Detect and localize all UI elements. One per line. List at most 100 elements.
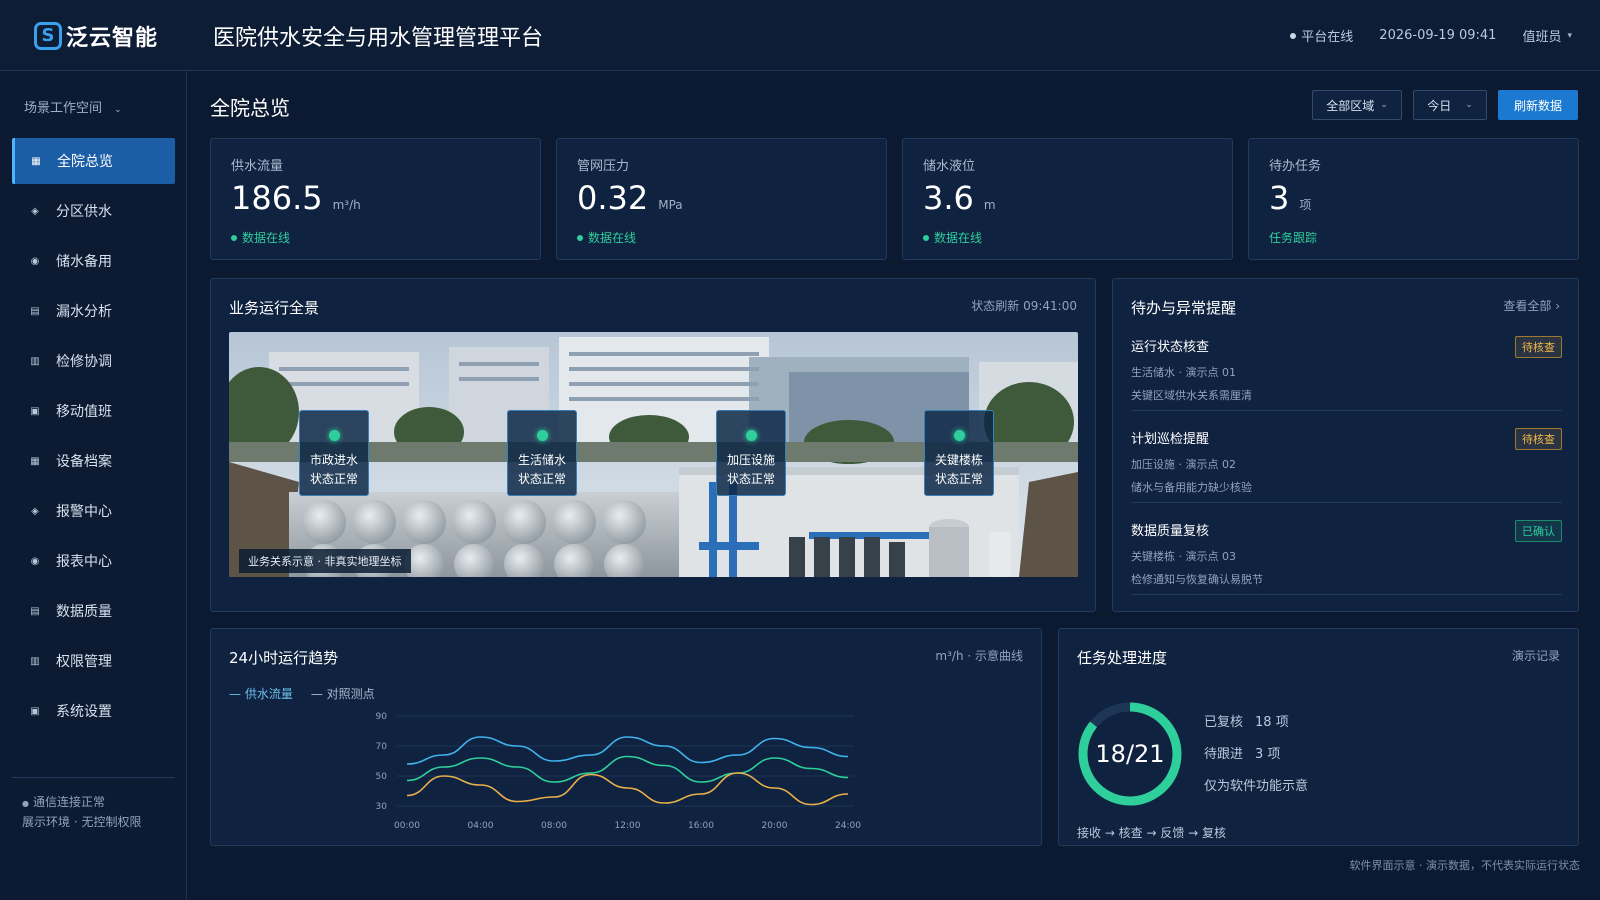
sidebar-item-permissions[interactable]: ▥ 权限管理 xyxy=(12,638,175,684)
brand-logo: S 泛云智能 xyxy=(34,20,158,52)
kpi-status: 数据在线 xyxy=(923,229,982,246)
kpi-status-text: 数据在线 xyxy=(934,231,983,245)
workspace-selector[interactable]: 场景工作空间 ⌄ xyxy=(24,97,122,116)
app-title: 医院供水安全与用水管理管理平台 xyxy=(213,26,544,51)
x-tick-label: 24:00 xyxy=(835,821,861,831)
list-icon: ▤ xyxy=(30,305,40,317)
sidebar-item-leak-analysis[interactable]: ▤ 漏水分析 xyxy=(12,288,175,334)
series-line xyxy=(406,755,849,783)
diamond-icon: ◈ xyxy=(31,205,39,217)
sidebar-item-alarms[interactable]: ◈ 报警中心 xyxy=(12,488,175,534)
kpi-unit: MPa xyxy=(658,198,683,212)
kpi-value-group: 0.32 MPa xyxy=(577,179,683,217)
view-all-link[interactable]: 查看全部 › xyxy=(1503,297,1560,314)
grid-icon: ▦ xyxy=(30,455,40,467)
progress-reviewed: 已复核 18 项 xyxy=(1204,711,1289,730)
overview-refresh-time: 状态刷新 09:41:00 xyxy=(971,299,1077,313)
progress-note: 仅为软件功能示意 xyxy=(1204,779,1309,794)
columns-icon: ▥ xyxy=(30,355,40,367)
kpi-status-text: 数据在线 xyxy=(242,231,291,245)
refresh-data-button[interactable]: 刷新数据 xyxy=(1498,90,1578,120)
sidebar-item-label: 检修协调 xyxy=(56,354,112,370)
sidebar-item-storage[interactable]: ◉ 储水备用 xyxy=(12,238,175,284)
kpi-value-group: 3.6 m xyxy=(923,179,996,217)
sidebar-item-label: 报表中心 xyxy=(56,554,112,570)
sidebar-item-settings[interactable]: ▣ 系统设置 xyxy=(12,688,175,734)
progress-row-value: 18 项 xyxy=(1255,715,1289,730)
alerts-title: 待办与异常提醒 xyxy=(1131,299,1237,317)
x-tick-label: 00:00 xyxy=(394,821,420,831)
kpi-status: 数据在线 xyxy=(231,229,290,246)
sidebar-item-data-quality[interactable]: ▤ 数据质量 xyxy=(12,588,175,634)
kpi-value: 3.6 xyxy=(923,179,974,217)
chevron-down-icon: ⌄ xyxy=(114,105,122,115)
square-icon: ▣ xyxy=(30,705,40,717)
kpi-status-text: 数据在线 xyxy=(588,231,637,245)
status-dot-icon xyxy=(577,234,583,241)
kpi-card-pressure: 管网压力 0.32 MPa 数据在线 xyxy=(556,138,887,260)
alerts-panel: 待办与异常提醒 查看全部 › 运行状态核查 生活储水 · 演示点 01 关键区域… xyxy=(1112,278,1579,612)
sidebar-item-reports[interactable]: ◉ 报表中心 xyxy=(12,538,175,584)
node-key-building[interactable]: 关键楼栋 状态正常 xyxy=(924,410,994,496)
x-tick-label: 04:00 xyxy=(468,821,494,831)
alert-source: 加压设施 · 演示点 02 xyxy=(1131,458,1236,471)
overview-panel: 业务运行全景 状态刷新 09:41:00 市政进水 状态正常 生活储水 状态正常… xyxy=(210,278,1096,612)
time-filter-select[interactable]: 今日 ⌄ xyxy=(1413,90,1487,120)
header-datetime: 2026-09-19 09:41 xyxy=(1379,28,1497,43)
columns-icon: ▥ xyxy=(30,655,40,667)
sidebar-item-overview[interactable]: ▦ 全院总览 xyxy=(12,138,175,184)
alert-source: 生活储水 · 演示点 01 xyxy=(1131,366,1236,379)
sidebar-item-label: 储水备用 xyxy=(56,254,112,270)
kpi-label: 待办任务 xyxy=(1269,159,1322,174)
kpi-value: 0.32 xyxy=(577,179,649,217)
x-tick-label: 16:00 xyxy=(688,821,714,831)
chevron-down-icon: ▾ xyxy=(1567,30,1572,41)
series-line xyxy=(406,736,849,765)
node-domestic-storage[interactable]: 生活储水 状态正常 xyxy=(507,410,577,496)
node-municipal-inlet[interactable]: 市政进水 状态正常 xyxy=(299,410,369,496)
node-state: 状态正常 xyxy=(517,472,566,486)
sidebar-item-maintenance[interactable]: ▥ 检修协调 xyxy=(12,338,175,384)
x-tick-label: 08:00 xyxy=(541,821,567,831)
alert-item[interactable]: 数据质量复核 关键楼栋 · 演示点 03 检修通知与恢复确认易脱节 已确认 xyxy=(1131,520,1562,595)
sidebar-item-zone-supply[interactable]: ◈ 分区供水 xyxy=(12,188,175,234)
y-tick-label: 90 xyxy=(376,712,388,722)
x-tick-label: 20:00 xyxy=(762,821,788,831)
top-bar: S 泛云智能 医院供水安全与用水管理管理平台 平台在线 2026-09-19 0… xyxy=(0,0,1600,71)
circle-dot-icon: ◉ xyxy=(30,255,40,267)
kpi-label: 管网压力 xyxy=(577,159,630,174)
sidebar-item-label: 漏水分析 xyxy=(56,304,112,320)
kpi-label: 储水液位 xyxy=(923,159,976,174)
alert-item[interactable]: 计划巡检提醒 加压设施 · 演示点 02 储水与备用能力缺少核验 待核查 xyxy=(1131,428,1562,503)
progress-panel: 任务处理进度 演示记录 18/21 已复核 18 项 待跟进 3 项 仅为软件功能示… xyxy=(1058,628,1579,846)
region-filter-select[interactable]: 全部区域 ⌄ xyxy=(1312,90,1402,120)
platform-status: 平台在线 xyxy=(1290,26,1353,45)
kpi-unit: 项 xyxy=(1299,198,1312,212)
alert-item[interactable]: 运行状态核查 生活储水 · 演示点 01 关键区域供水关系需厘清 待核查 xyxy=(1131,336,1562,411)
status-dot-icon xyxy=(328,430,340,441)
diamond-icon: ◈ xyxy=(31,505,39,517)
connection-status-text: 通信连接正常 xyxy=(32,795,105,809)
hospital-scene: 市政进水 状态正常 生活储水 状态正常 加压设施 状态正常 关键楼栋 状态正常 … xyxy=(229,332,1078,577)
kpi-label: 供水流量 xyxy=(231,159,284,174)
brand-name: 泛云智能 xyxy=(66,26,159,51)
sidebar-item-mobile-duty[interactable]: ▣ 移动值班 xyxy=(12,388,175,434)
kpi-status: 数据在线 xyxy=(577,229,636,246)
alert-description: 检修通知与恢复确认易脱节 xyxy=(1131,573,1263,586)
node-booster-facility[interactable]: 加压设施 状态正常 xyxy=(716,410,786,496)
kpi-value-group: 186.5 m³/h xyxy=(231,179,361,217)
status-dot-icon xyxy=(923,234,929,241)
user-menu[interactable]: 值班员 ▾ xyxy=(1522,26,1572,45)
task-tracking-link[interactable]: 任务跟踪 xyxy=(1269,229,1317,246)
platform-status-text: 平台在线 xyxy=(1301,30,1354,45)
connection-status: ● 通信连接正常 xyxy=(22,793,141,813)
overview-title: 业务运行全景 xyxy=(229,299,320,317)
status-badge: 已确认 xyxy=(1515,520,1562,542)
kpi-unit: m xyxy=(983,198,996,212)
y-tick-label: 50 xyxy=(376,772,388,782)
kpi-card-tasks[interactable]: 待办任务 3项 任务跟踪 xyxy=(1248,138,1579,260)
process-flow: 接收 → 核查 → 反馈 → 复核 xyxy=(1077,826,1227,840)
footnote: 软件界面示意 · 演示数据，不代表实际运行状态 xyxy=(1349,859,1581,872)
sidebar-item-equipment[interactable]: ▦ 设备档案 xyxy=(12,438,175,484)
progress-meta: 演示记录 xyxy=(1511,649,1560,663)
